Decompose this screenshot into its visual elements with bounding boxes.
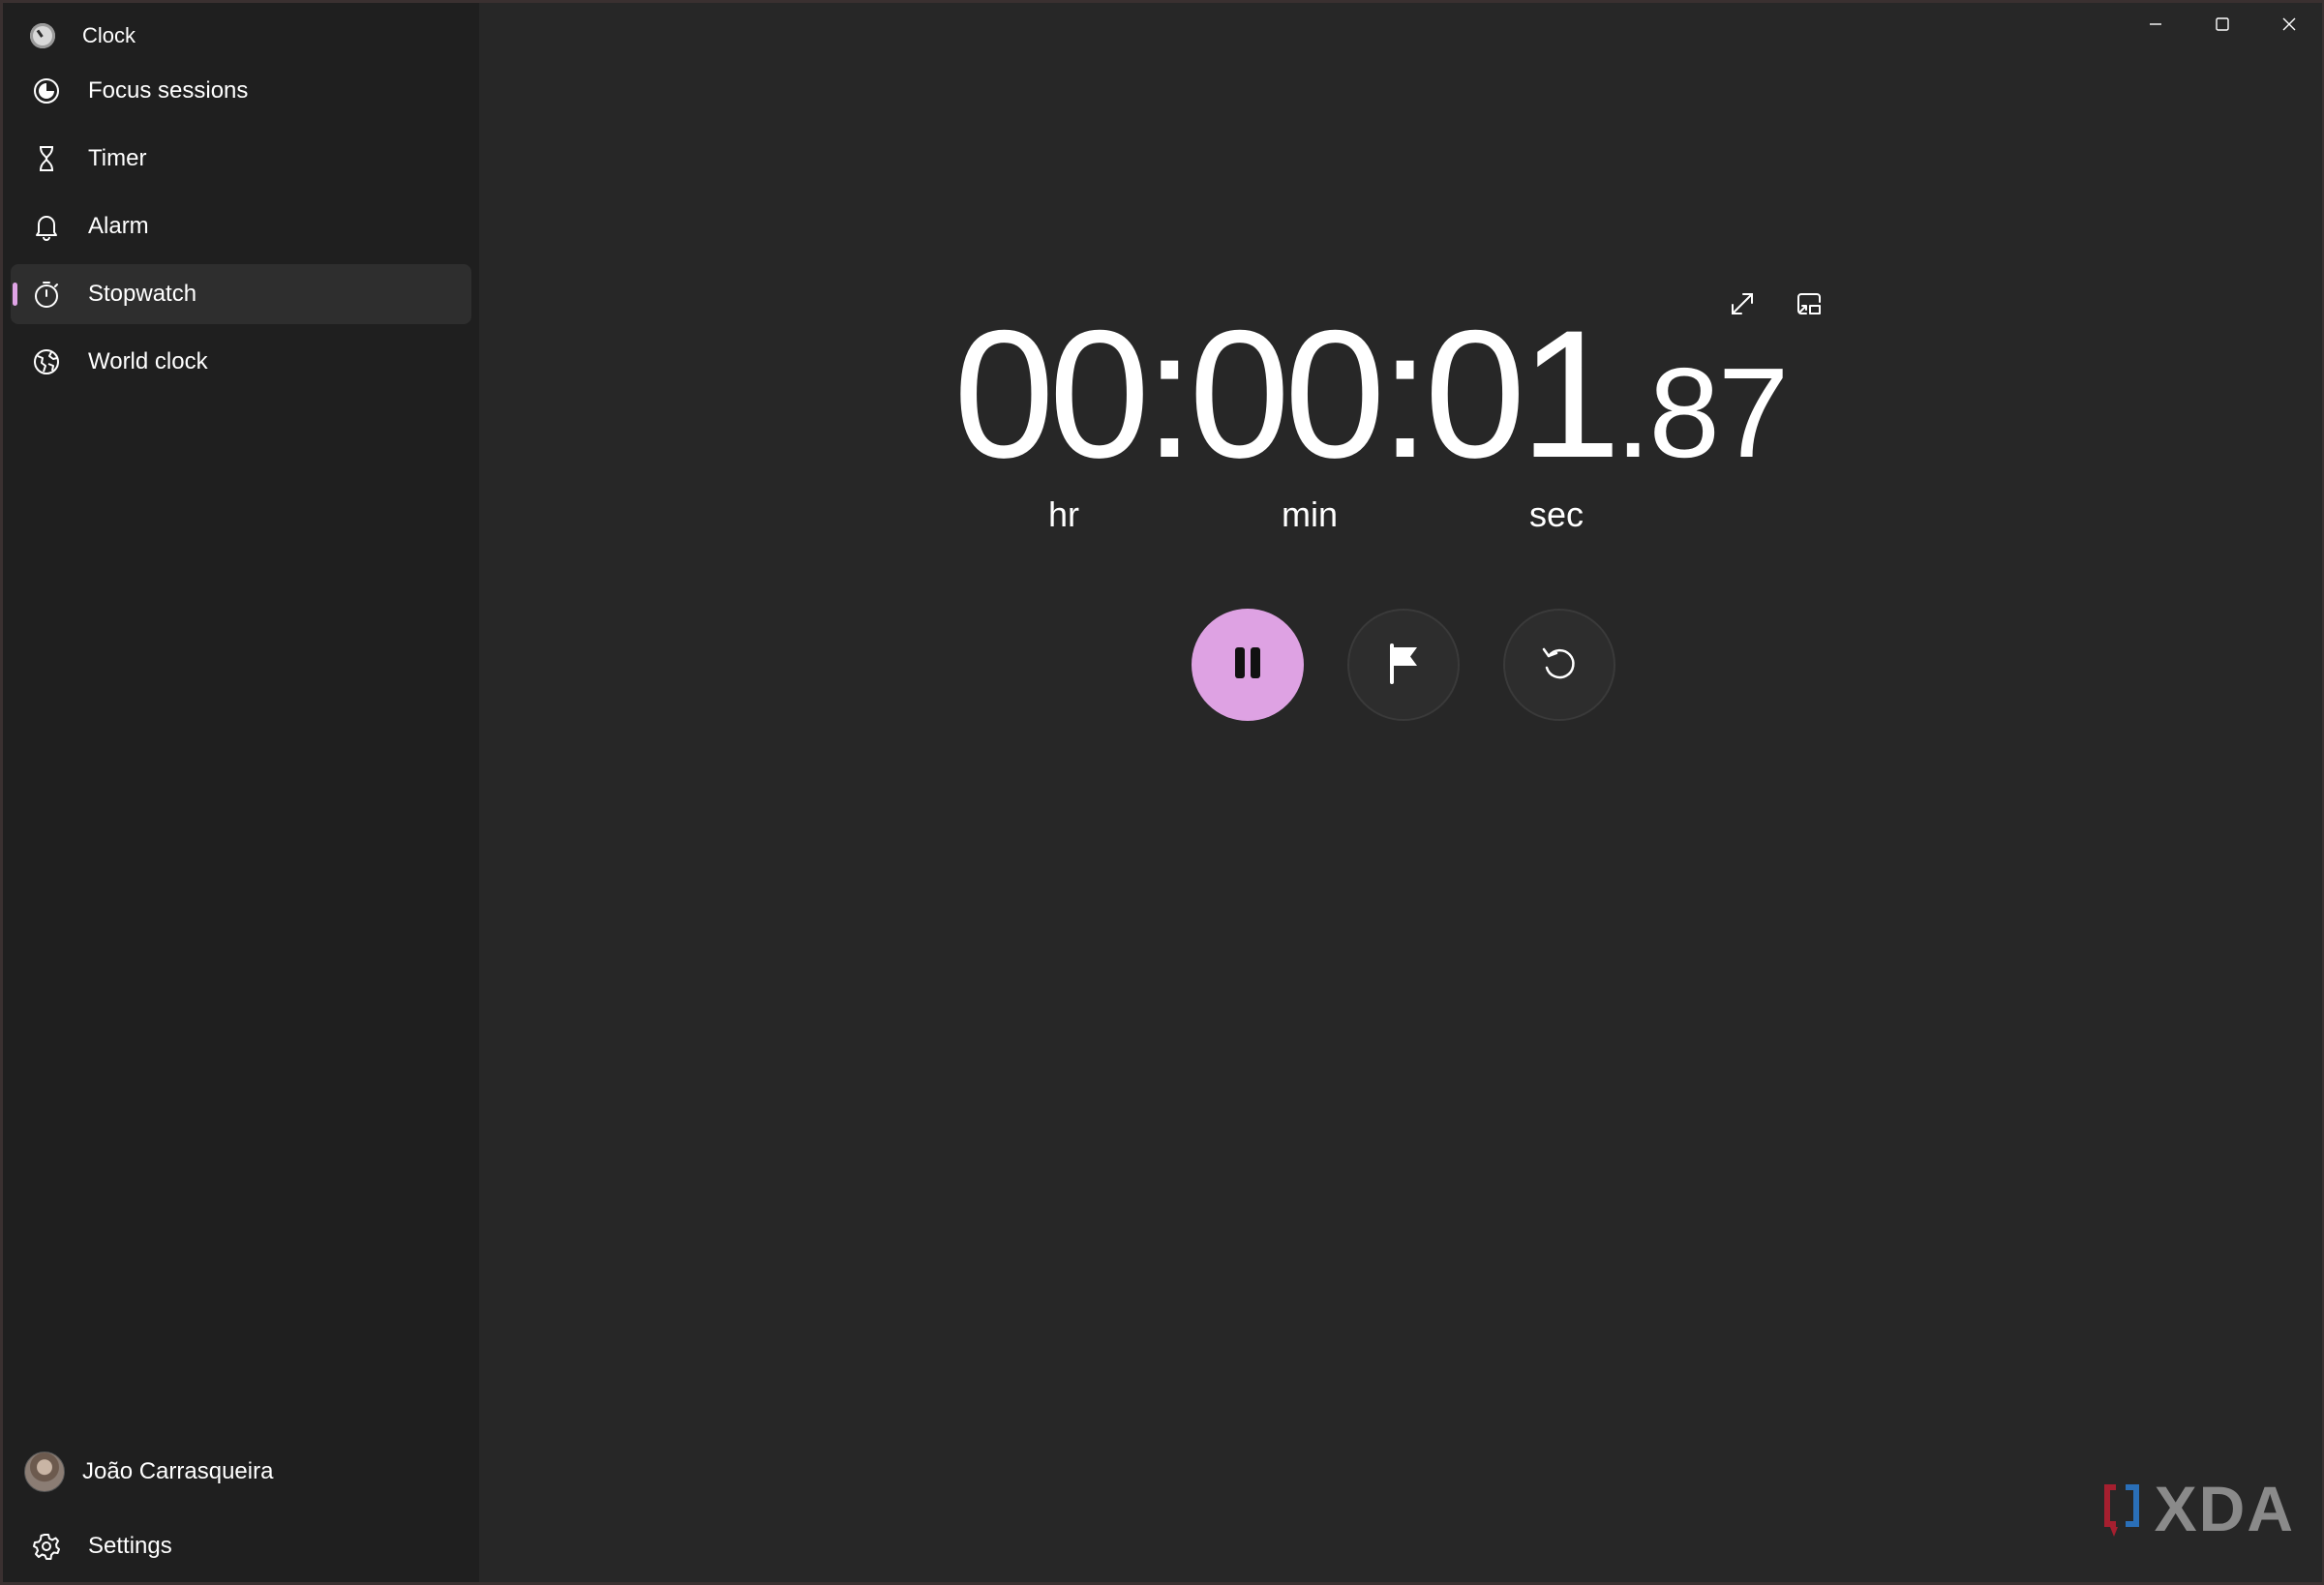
nav-label: Timer [88, 145, 147, 171]
hourglass-icon [32, 144, 61, 173]
stopwatch-icon [32, 280, 61, 309]
time-fraction: .87 [1615, 342, 1789, 484]
settings-button[interactable]: Settings [11, 1519, 471, 1573]
xda-watermark: XDA [2100, 1472, 2295, 1545]
maximize-icon [2214, 15, 2231, 38]
profile-name: João Carrasqueira [82, 1458, 274, 1484]
close-button[interactable] [2255, 3, 2322, 49]
flag-icon [1380, 640, 1427, 691]
gear-icon [32, 1532, 61, 1561]
minimize-icon [2147, 15, 2164, 38]
lap-button[interactable] [1347, 609, 1460, 721]
nav-label: Focus sessions [88, 77, 249, 104]
reset-icon [1536, 640, 1583, 691]
account-button[interactable]: João Carrasqueira [24, 1450, 273, 1493]
unit-hours-label: hr [1047, 494, 1080, 534]
pause-icon [1224, 640, 1271, 691]
xda-logo-icon [2103, 1484, 2139, 1537]
navigation-pane: Clock Focus sessions Timer Alarm Stopwat… [3, 3, 479, 1582]
compact-overlay-button[interactable] [1786, 283, 1832, 329]
app-title: Clock [82, 23, 136, 47]
nav-list: Focus sessions Timer Alarm Stopwatch Wor… [11, 61, 471, 400]
time-main: 00:00:01 [953, 292, 1621, 495]
close-icon [2280, 15, 2298, 38]
unit-seconds-label: sec [1528, 494, 1585, 534]
window-caption-buttons [2122, 3, 2322, 49]
focus-icon [32, 76, 61, 105]
watermark-text: XDA [2154, 1473, 2295, 1544]
settings-label: Settings [88, 1533, 172, 1559]
nav-item-alarm[interactable]: Alarm [11, 196, 471, 256]
nav-label: Alarm [88, 213, 149, 239]
minimize-button[interactable] [2122, 3, 2188, 49]
picture-in-picture-icon [1795, 289, 1824, 323]
globe-icon [32, 347, 61, 376]
unit-minutes-label: min [1281, 494, 1339, 534]
nav-item-world-clock[interactable]: World clock [11, 332, 471, 392]
title-bar: Clock [30, 16, 136, 55]
nav-item-timer[interactable]: Timer [11, 129, 471, 189]
reset-button[interactable] [1503, 609, 1615, 721]
avatar [24, 1451, 65, 1492]
nav-item-focus-sessions[interactable]: Focus sessions [11, 61, 471, 121]
nav-label: Stopwatch [88, 281, 197, 307]
clock-app-icon [30, 23, 55, 48]
nav-label: World clock [88, 348, 208, 374]
pause-button[interactable] [1192, 609, 1304, 721]
clock-window: Clock Focus sessions Timer Alarm Stopwat… [3, 3, 2322, 1582]
bell-icon [32, 212, 61, 241]
nav-item-stopwatch[interactable]: Stopwatch [11, 264, 471, 324]
selection-indicator [13, 283, 17, 306]
maximize-button[interactable] [2188, 3, 2255, 49]
stopwatch-page: 00:00:01.87 hr min sec XDA [479, 3, 2322, 1582]
stopwatch-time: 00:00:01.87 [953, 303, 1789, 485]
